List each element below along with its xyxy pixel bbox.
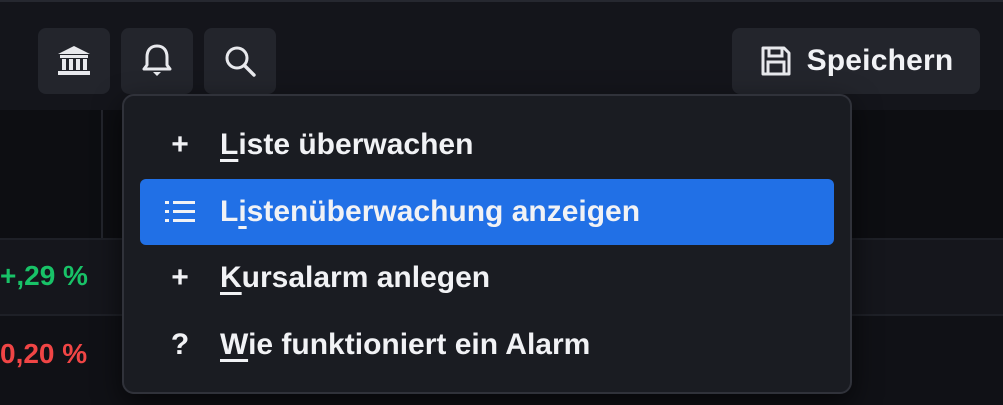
- plus-icon: +: [171, 261, 189, 294]
- save-button[interactable]: Speichern: [732, 28, 980, 94]
- menu-item-label: Listenüberwachung anzeigen: [220, 195, 641, 228]
- question-icon: ?: [170, 328, 190, 361]
- menu-item-label: Kursalarm anlegen: [220, 261, 491, 294]
- alarm-button[interactable]: [121, 28, 193, 94]
- menu-item-watch-list[interactable]: + Liste überwachen: [140, 112, 834, 178]
- menu-item-create-price-alarm[interactable]: + Kursalarm anlegen: [140, 245, 834, 311]
- search-icon: [225, 46, 256, 77]
- bell-icon: [142, 44, 172, 76]
- save-button-label: Speichern: [806, 44, 954, 77]
- menu-item-label: Wie funktioniert ein Alarm: [220, 328, 591, 361]
- bank-button[interactable]: [38, 28, 110, 94]
- menu-item-how-alarm-works[interactable]: ? Wie funktioniert ein Alarm: [140, 312, 834, 378]
- menu-item-show-list-watch[interactable]: Listenüberwachung anzeigen: [140, 179, 834, 245]
- list-icon: [140, 198, 220, 226]
- plus-icon: +: [171, 128, 189, 161]
- bank-icon: [58, 46, 90, 75]
- search-button[interactable]: [204, 28, 276, 94]
- page: Speichern +,29 % 0,20 % + Liste überwach…: [0, 0, 1003, 405]
- alarm-dropdown-menu: + Liste überwachen Listenüberwachung anz…: [122, 94, 852, 394]
- change-percent-negative: 0,20 %: [0, 338, 88, 369]
- menu-item-label: Liste überwachen: [220, 128, 474, 161]
- column-divider: [101, 110, 103, 238]
- change-percent-positive: +,29 %: [0, 260, 88, 291]
- floppy-disk-icon: [761, 46, 791, 76]
